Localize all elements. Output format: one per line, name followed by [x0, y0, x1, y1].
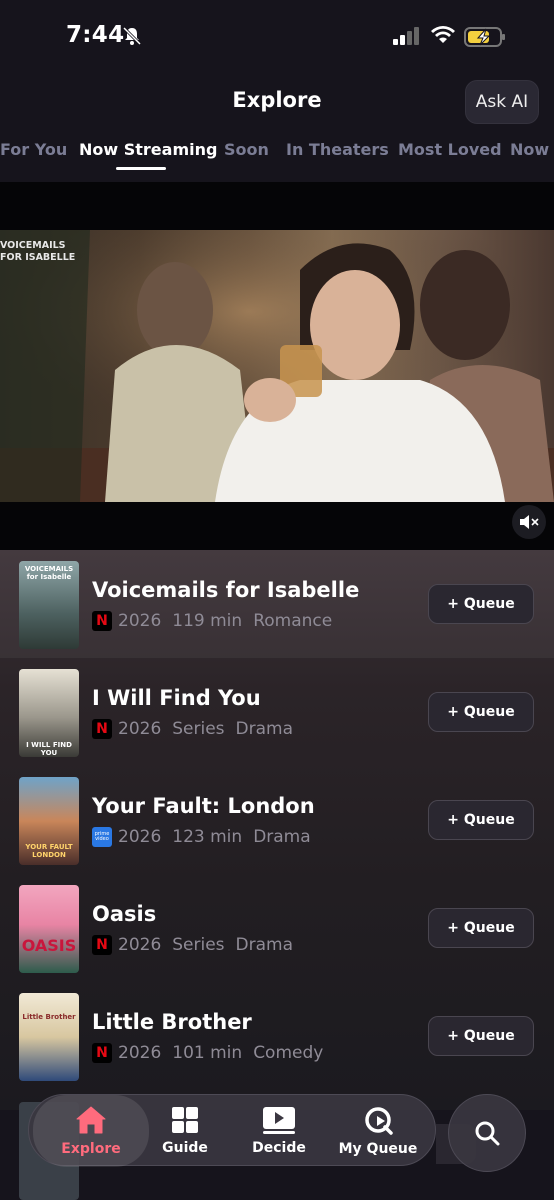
poster-image: I WILL FIND YOU — [19, 669, 79, 757]
item-title: Your Fault: London — [92, 794, 315, 818]
netflix-icon: N — [92, 935, 112, 955]
list-item[interactable]: OASIS Oasis N 2026 Series Drama + Queue — [0, 874, 554, 982]
poster-title-text: Little Brother — [22, 1013, 76, 1021]
item-genre: Drama — [235, 935, 294, 955]
item-genre: Romance — [253, 611, 333, 631]
netflix-icon: N — [92, 611, 112, 631]
tab-in-theaters[interactable]: In Theaters — [286, 140, 389, 159]
item-year: 2026 — [118, 719, 162, 739]
item-title: I Will Find You — [92, 686, 261, 710]
item-duration: 101 min — [172, 1043, 243, 1063]
cellular-signal-icon — [393, 27, 419, 45]
item-title: Oasis — [92, 902, 157, 926]
play-icon — [263, 1107, 295, 1134]
tab-most-loved[interactable]: Most Loved — [398, 140, 502, 159]
nav-label: My Queue — [338, 1141, 418, 1157]
poster-image: YOUR FAULT LONDON — [19, 777, 79, 865]
poster-title-text: OASIS — [21, 936, 77, 955]
item-genre: Drama — [253, 827, 311, 847]
netflix-icon: N — [92, 719, 112, 739]
status-time: 7:44 — [66, 22, 125, 48]
item-year: 2026 — [118, 1043, 162, 1063]
poster-image: VOICEMAILS for Isabelle — [19, 561, 79, 649]
item-meta: N 2026 Series Drama — [92, 719, 304, 739]
video-frame: VOICEMAILS FOR ISABELLE — [0, 230, 554, 502]
add-to-queue-button[interactable]: + Queue — [428, 908, 534, 948]
item-genre: Drama — [235, 719, 294, 739]
item-year: 2026 — [118, 827, 162, 847]
status-bar: 7:44 — [0, 0, 554, 72]
video-scene-image — [0, 230, 554, 502]
poster-title-text: VOICEMAILS for Isabelle — [24, 565, 74, 581]
poster-image: Little Brother — [19, 993, 79, 1081]
bottom-navigation: Explore Guide Decide My Queue — [28, 1094, 436, 1167]
item-duration: Series — [172, 935, 225, 955]
speaker-muted-icon — [520, 515, 539, 529]
item-genre: Comedy — [253, 1043, 324, 1063]
item-year: 2026 — [118, 611, 162, 631]
item-title: Little Brother — [92, 1010, 252, 1034]
poster-title-text: I WILL FIND YOU — [26, 741, 72, 757]
search-button[interactable] — [448, 1094, 526, 1172]
video-title-overlay: VOICEMAILS FOR ISABELLE — [0, 240, 76, 263]
nav-label: Guide — [162, 1140, 208, 1156]
nav-label: Explore — [61, 1141, 121, 1157]
search-icon — [475, 1121, 500, 1146]
list-item[interactable]: VOICEMAILS for Isabelle Voicemails for I… — [0, 550, 554, 658]
tab-for-you[interactable]: For You — [0, 140, 67, 159]
ask-ai-button[interactable]: Ask AI — [465, 80, 539, 124]
item-duration: 119 min — [172, 611, 243, 631]
item-year: 2026 — [118, 935, 162, 955]
wifi-icon — [431, 26, 455, 43]
netflix-icon: N — [92, 1043, 112, 1063]
active-tab-indicator — [116, 167, 166, 170]
add-to-queue-button[interactable]: + Queue — [428, 692, 534, 732]
add-to-queue-button[interactable]: + Queue — [428, 584, 534, 624]
nav-decide[interactable]: Decide — [241, 1095, 317, 1167]
category-tabs: For You Now Streaming Soon In Theaters M… — [0, 140, 554, 176]
nav-label: Decide — [252, 1140, 306, 1156]
featured-video-player[interactable]: VOICEMAILS FOR ISABELLE — [0, 182, 554, 550]
add-to-queue-button[interactable]: + Queue — [428, 1016, 534, 1056]
item-meta: N 2026 101 min Comedy — [92, 1043, 334, 1063]
home-icon — [76, 1106, 106, 1134]
list-item[interactable]: YOUR FAULT LONDON Your Fault: London pri… — [0, 766, 554, 874]
list-item[interactable]: I WILL FIND YOU I Will Find You N 2026 S… — [0, 658, 554, 766]
item-meta: N 2026 119 min Romance — [92, 611, 343, 631]
prime-video-icon: prime video — [92, 827, 112, 847]
item-duration: 123 min — [172, 827, 243, 847]
item-title: Voicemails for Isabelle — [92, 578, 360, 602]
nav-explore[interactable]: Explore — [33, 1095, 149, 1167]
item-meta: N 2026 Series Drama — [92, 935, 304, 955]
tab-now-a[interactable]: Now A — [510, 140, 554, 159]
item-meta: prime video 2026 123 min Drama — [92, 827, 322, 847]
mute-button[interactable] — [512, 505, 546, 539]
item-duration: Series — [172, 719, 225, 739]
nav-my-queue[interactable]: My Queue — [333, 1095, 423, 1167]
poster-image: OASIS — [19, 885, 79, 973]
list-item[interactable]: Little Brother Little Brother N 2026 101… — [0, 982, 554, 1090]
poster-title-text: YOUR FAULT LONDON — [25, 843, 73, 859]
add-to-queue-button[interactable]: + Queue — [428, 800, 534, 840]
nav-guide[interactable]: Guide — [149, 1095, 221, 1167]
bell-muted-icon — [122, 26, 142, 46]
battery-charging-icon — [464, 27, 505, 47]
grid-icon — [172, 1107, 198, 1133]
tab-soon[interactable]: Soon — [224, 140, 269, 159]
queue-icon — [365, 1107, 393, 1135]
tab-now-streaming[interactable]: Now Streaming — [79, 140, 217, 159]
